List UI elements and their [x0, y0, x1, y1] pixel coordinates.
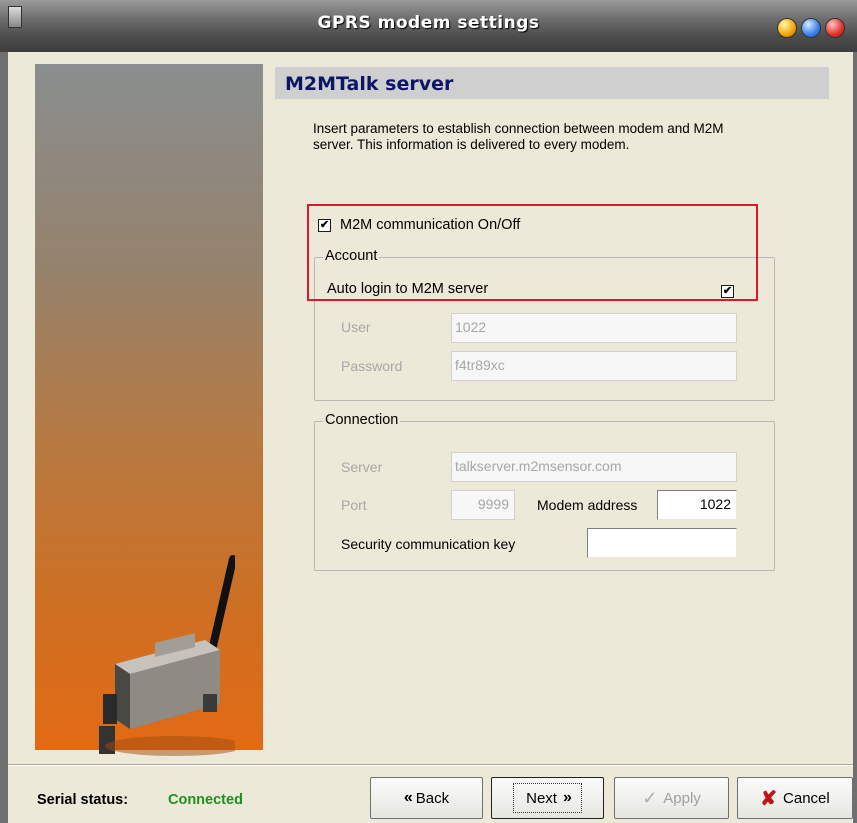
cancel-button[interactable]: ✘ Cancel [737, 777, 853, 819]
cancel-x-icon: ✘ [760, 787, 778, 810]
side-image-panel [35, 64, 263, 756]
apply-button-label: Apply [663, 789, 701, 807]
section-header: M2MTalk server [275, 66, 829, 99]
next-button[interactable]: Next » [491, 777, 604, 819]
m2m-communication-checkbox[interactable]: ✔ [318, 219, 331, 232]
cancel-button-label: Cancel [783, 789, 830, 807]
port-label: Port [341, 497, 367, 513]
serial-status-value: Connected [168, 792, 243, 808]
security-key-input[interactable] [587, 528, 737, 558]
user-label: User [341, 319, 371, 335]
password-input[interactable]: f4tr89xc [451, 351, 737, 381]
title-bar[interactable]: GPRS modem settings [0, 0, 857, 52]
modem-address-label: Modem address [537, 497, 638, 513]
password-label: Password [341, 358, 403, 374]
server-label: Server [341, 459, 383, 475]
window-frame-left [0, 52, 8, 823]
maximize-button[interactable] [801, 18, 821, 38]
apply-button[interactable]: ✓ Apply [614, 777, 729, 819]
close-button[interactable] [825, 18, 845, 38]
security-key-label: Security communication key [341, 536, 516, 552]
m2m-communication-label[interactable]: M2M communication On/Off [340, 217, 520, 233]
account-legend: Account [323, 248, 380, 264]
modem-address-input[interactable]: 1022 [657, 490, 737, 520]
next-button-label: Next [526, 789, 557, 807]
auto-login-checkbox[interactable]: ✔ [721, 285, 734, 298]
double-chevron-right-icon: » [562, 789, 572, 806]
port-input[interactable]: 9999 [451, 490, 515, 520]
bottom-divider [8, 764, 853, 766]
auto-login-label[interactable]: Auto login to M2M server [327, 281, 488, 297]
connection-legend: Connection [323, 412, 401, 428]
window-title: GPRS modem settings [317, 13, 540, 33]
account-groupbox: Account Auto login to M2M server ✔ User … [314, 248, 775, 401]
server-input[interactable]: talkserver.m2msensor.com [451, 452, 737, 482]
double-chevron-left-icon: « [403, 789, 413, 806]
section-title: M2MTalk server [285, 73, 454, 95]
modem-device-image [99, 555, 235, 756]
description-text: Insert parameters to establish connectio… [313, 121, 724, 152]
window-frame-right [853, 52, 857, 823]
connection-groupbox: Connection Server talkserver.m2msensor.c… [314, 412, 775, 571]
back-button[interactable]: « Back [370, 777, 483, 819]
check-icon: ✓ [642, 787, 658, 808]
serial-status-label: Serial status: [37, 792, 129, 808]
user-input[interactable]: 1022 [451, 313, 737, 343]
minimize-button[interactable] [777, 18, 797, 38]
back-button-label: Back [415, 789, 450, 807]
